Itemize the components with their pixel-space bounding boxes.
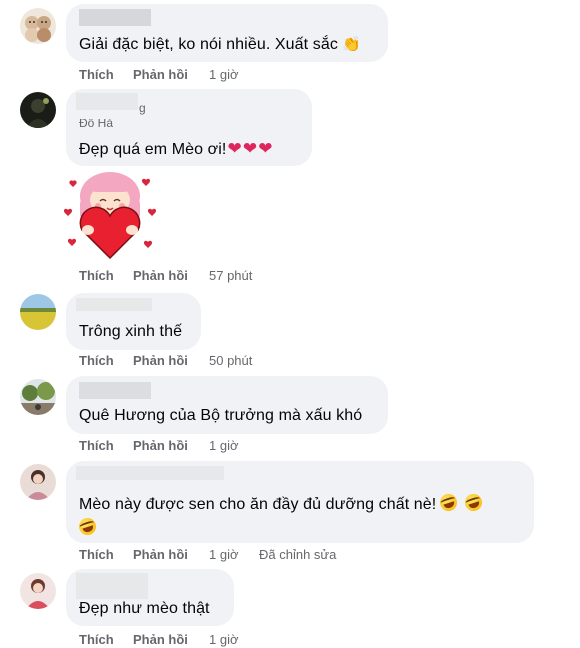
rolling-laughing-icon: [463, 491, 485, 514]
timestamp[interactable]: 1 giờ: [209, 547, 239, 562]
comment-text: Giải đặc biệt, ko nói nhiều. Xuất sắc 👏: [79, 35, 361, 54]
girl-hugging-heart-sticker[interactable]: [62, 170, 158, 262]
author-name-redacted[interactable]: [76, 93, 138, 110]
comment-text-content: Giải đặc biệt, ko nói nhiều. Xuất sắc: [79, 36, 338, 53]
timestamp[interactable]: 57 phút: [209, 268, 252, 283]
like-button[interactable]: Thích: [79, 547, 114, 562]
avatar[interactable]: [20, 573, 56, 609]
comment-text: Đẹp quá em Mèo ơi!❤❤❤: [79, 140, 273, 159]
comment-text-line-2: [76, 515, 99, 538]
reply-button[interactable]: Phản hồi: [133, 547, 188, 562]
timestamp[interactable]: 1 giờ: [209, 632, 239, 647]
timestamp[interactable]: 1 giờ: [209, 67, 239, 82]
reply-button[interactable]: Phản hồi: [133, 353, 188, 368]
like-button[interactable]: Thích: [79, 353, 114, 368]
comment-bubble: g Đỗ Hà Đẹp quá em Mèo ơi!❤❤❤: [66, 89, 312, 166]
red-heart-icon: ❤: [227, 139, 242, 158]
red-heart-icon: ❤: [242, 139, 258, 158]
reply-button[interactable]: Phản hồi: [133, 438, 188, 453]
red-heart-icon: ❤: [258, 139, 273, 158]
edited-label[interactable]: Đã chỉnh sửa: [259, 547, 336, 562]
comment-text-content: Đẹp quá em Mèo ơi!: [79, 141, 227, 158]
avatar[interactable]: [20, 379, 56, 415]
author-name-redacted[interactable]: [76, 573, 148, 599]
rolling-laughing-icon: [76, 515, 99, 538]
author-name-redacted[interactable]: [76, 298, 152, 311]
author-name-redacted[interactable]: [79, 9, 151, 26]
comment-text: Trông xinh thế: [79, 323, 183, 340]
comment-bubble: Đẹp như mèo thật: [66, 569, 234, 626]
clapping-hands-icon: 👏: [341, 36, 361, 53]
comment-bubble: Quê Hương của Bộ trưởng mà xấu khó: [66, 376, 388, 434]
comment-bubble: Mèo này được sen cho ăn đầy đủ dưỡng chấ…: [66, 461, 534, 543]
like-button[interactable]: Thích: [79, 438, 114, 453]
avatar[interactable]: [20, 8, 56, 44]
like-button[interactable]: Thích: [79, 67, 114, 82]
author-name-redacted[interactable]: [76, 466, 224, 480]
avatar[interactable]: [20, 464, 56, 500]
comment-bubble: Trông xinh thế: [66, 293, 201, 350]
timestamp[interactable]: 1 giờ: [209, 438, 239, 453]
like-button[interactable]: Thích: [79, 268, 114, 283]
avatar[interactable]: [20, 294, 56, 330]
author-name-redacted[interactable]: [79, 382, 151, 399]
author-name-fragment: g: [139, 101, 146, 115]
rolling-laughing-icon: [438, 491, 460, 514]
comment-text: Quê Hương của Bộ trưởng mà xấu khó: [79, 407, 363, 424]
reply-button[interactable]: Phản hồi: [133, 632, 188, 647]
reply-button[interactable]: Phản hồi: [133, 268, 188, 283]
comment-text-content: Mèo này được sen cho ăn đầy đủ dưỡng chấ…: [79, 496, 437, 513]
timestamp[interactable]: 50 phút: [209, 353, 252, 368]
author-name-fragment-2: Đỗ Hà: [79, 119, 114, 127]
like-button[interactable]: Thích: [79, 632, 114, 647]
comment-bubble: Giải đặc biệt, ko nói nhiều. Xuất sắc 👏: [66, 4, 388, 62]
comment-text: Mèo này được sen cho ăn đầy đủ dưỡng chấ…: [79, 491, 485, 514]
comment-text: Đẹp như mèo thật: [79, 600, 210, 617]
avatar[interactable]: [20, 92, 56, 128]
reply-button[interactable]: Phản hồi: [133, 67, 188, 82]
